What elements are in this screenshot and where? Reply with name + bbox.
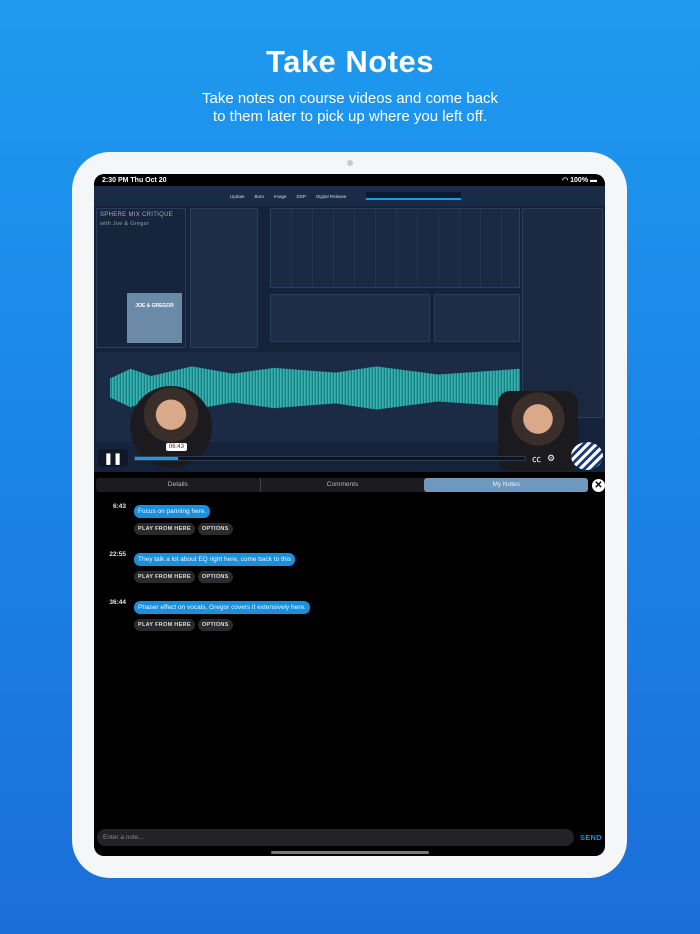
play-from-here-button[interactable]: PLAY FROM HERE [134, 619, 195, 631]
pause-button[interactable]: ❚❚ [98, 449, 128, 467]
note-item: 22:55 They talk a lot about EQ right her… [94, 548, 605, 583]
status-right: ◠ 100% ▬ [562, 176, 597, 184]
progress-bar[interactable]: 06:43 [134, 442, 526, 461]
daw-timebar [366, 192, 462, 200]
hero-subtitle-line: to them later to pick up where you left … [212, 108, 488, 125]
note-text: Focus on panning here. [134, 505, 211, 518]
status-time: 2:30 PM Thu Oct 20 [102, 176, 167, 184]
camera-dot [347, 160, 353, 166]
hero-subtitle-line: Take notes on course videos and come bac… [201, 90, 498, 107]
course-info-panel: SPHERE MIX CRITIQUE with Joe & Gregor JO… [96, 208, 186, 348]
play-from-here-button[interactable]: PLAY FROM HERE [134, 523, 195, 535]
play-from-here-button[interactable]: PLAY FROM HERE [134, 571, 195, 583]
spectrum-panel [270, 208, 520, 288]
notes-list: 6:43 Focus on panning here. PLAY FROM HE… [94, 500, 605, 644]
album-art: JOE & GREGOR [127, 293, 182, 343]
status-bar: 2:30 PM Thu Oct 20 ◠ 100% ▬ [94, 174, 605, 186]
options-button[interactable]: OPTIONS [197, 571, 233, 583]
mixer-panel [190, 208, 258, 348]
hero-title: Take Notes [265, 44, 435, 79]
daw-image: Image [274, 193, 287, 199]
daw-toolbar: Update Burn Image DDP Digital Release [94, 186, 605, 206]
video-player[interactable]: Update Burn Image DDP Digital Release SP… [94, 186, 605, 472]
note-text: Phaser effect on vocals, Gregor covers i… [134, 601, 310, 614]
tab-bar: Details Comments My Notes [96, 478, 589, 492]
daw-update: Update [230, 193, 245, 199]
note-text: They talk a lot about EQ right here, com… [134, 553, 296, 566]
player-controls: ❚❚ 06:43 ㏄ ⚙ [94, 442, 605, 468]
progress-fill [135, 456, 178, 460]
battery-icon: ▬ [590, 177, 597, 184]
daw-ddp: DDP [296, 193, 307, 199]
send-button[interactable]: SEND [580, 833, 602, 842]
course-subtitle: with Joe & Gregor [100, 221, 150, 227]
battery-text: 100% [570, 177, 589, 184]
options-button[interactable]: OPTIONS [197, 619, 233, 631]
note-item: 36:44 Phaser effect on vocals, Gregor co… [94, 596, 605, 631]
note-time[interactable]: 36:44 [94, 596, 126, 631]
loudness-panel [434, 294, 520, 342]
tab-details[interactable]: Details [96, 478, 260, 492]
home-indicator [271, 851, 429, 854]
daw-burn: Burn [254, 193, 265, 199]
closed-captions-icon[interactable]: ㏄ [532, 452, 541, 465]
hero-subtitle: Take notes on course videos and come bac… [0, 90, 700, 126]
course-title: SPHERE MIX CRITIQUE [100, 212, 174, 218]
ipad-frame: 2:30 PM Thu Oct 20 ◠ 100% ▬ Update Burn … [72, 152, 627, 878]
note-input[interactable] [97, 828, 574, 846]
note-time[interactable]: 22:55 [94, 548, 126, 583]
daw-digital-release: Digital Release [316, 193, 347, 199]
wifi-icon: ◠ [562, 177, 571, 184]
note-input-bar: SEND [94, 826, 605, 848]
tab-comments[interactable]: Comments [259, 478, 425, 492]
note-item: 6:43 Focus on panning here. PLAY FROM HE… [94, 500, 605, 535]
note-time[interactable]: 6:43 [94, 500, 126, 535]
gear-icon[interactable]: ⚙ [547, 453, 555, 464]
progress-tooltip: 06:43 [165, 442, 187, 451]
app-screen: 2:30 PM Thu Oct 20 ◠ 100% ▬ Update Burn … [94, 174, 605, 856]
close-icon[interactable]: ✕ [592, 479, 605, 492]
effects-browser [522, 208, 603, 418]
tab-my-notes[interactable]: My Notes [424, 478, 589, 492]
options-button[interactable]: OPTIONS [197, 523, 233, 535]
meter-panel [270, 294, 430, 342]
